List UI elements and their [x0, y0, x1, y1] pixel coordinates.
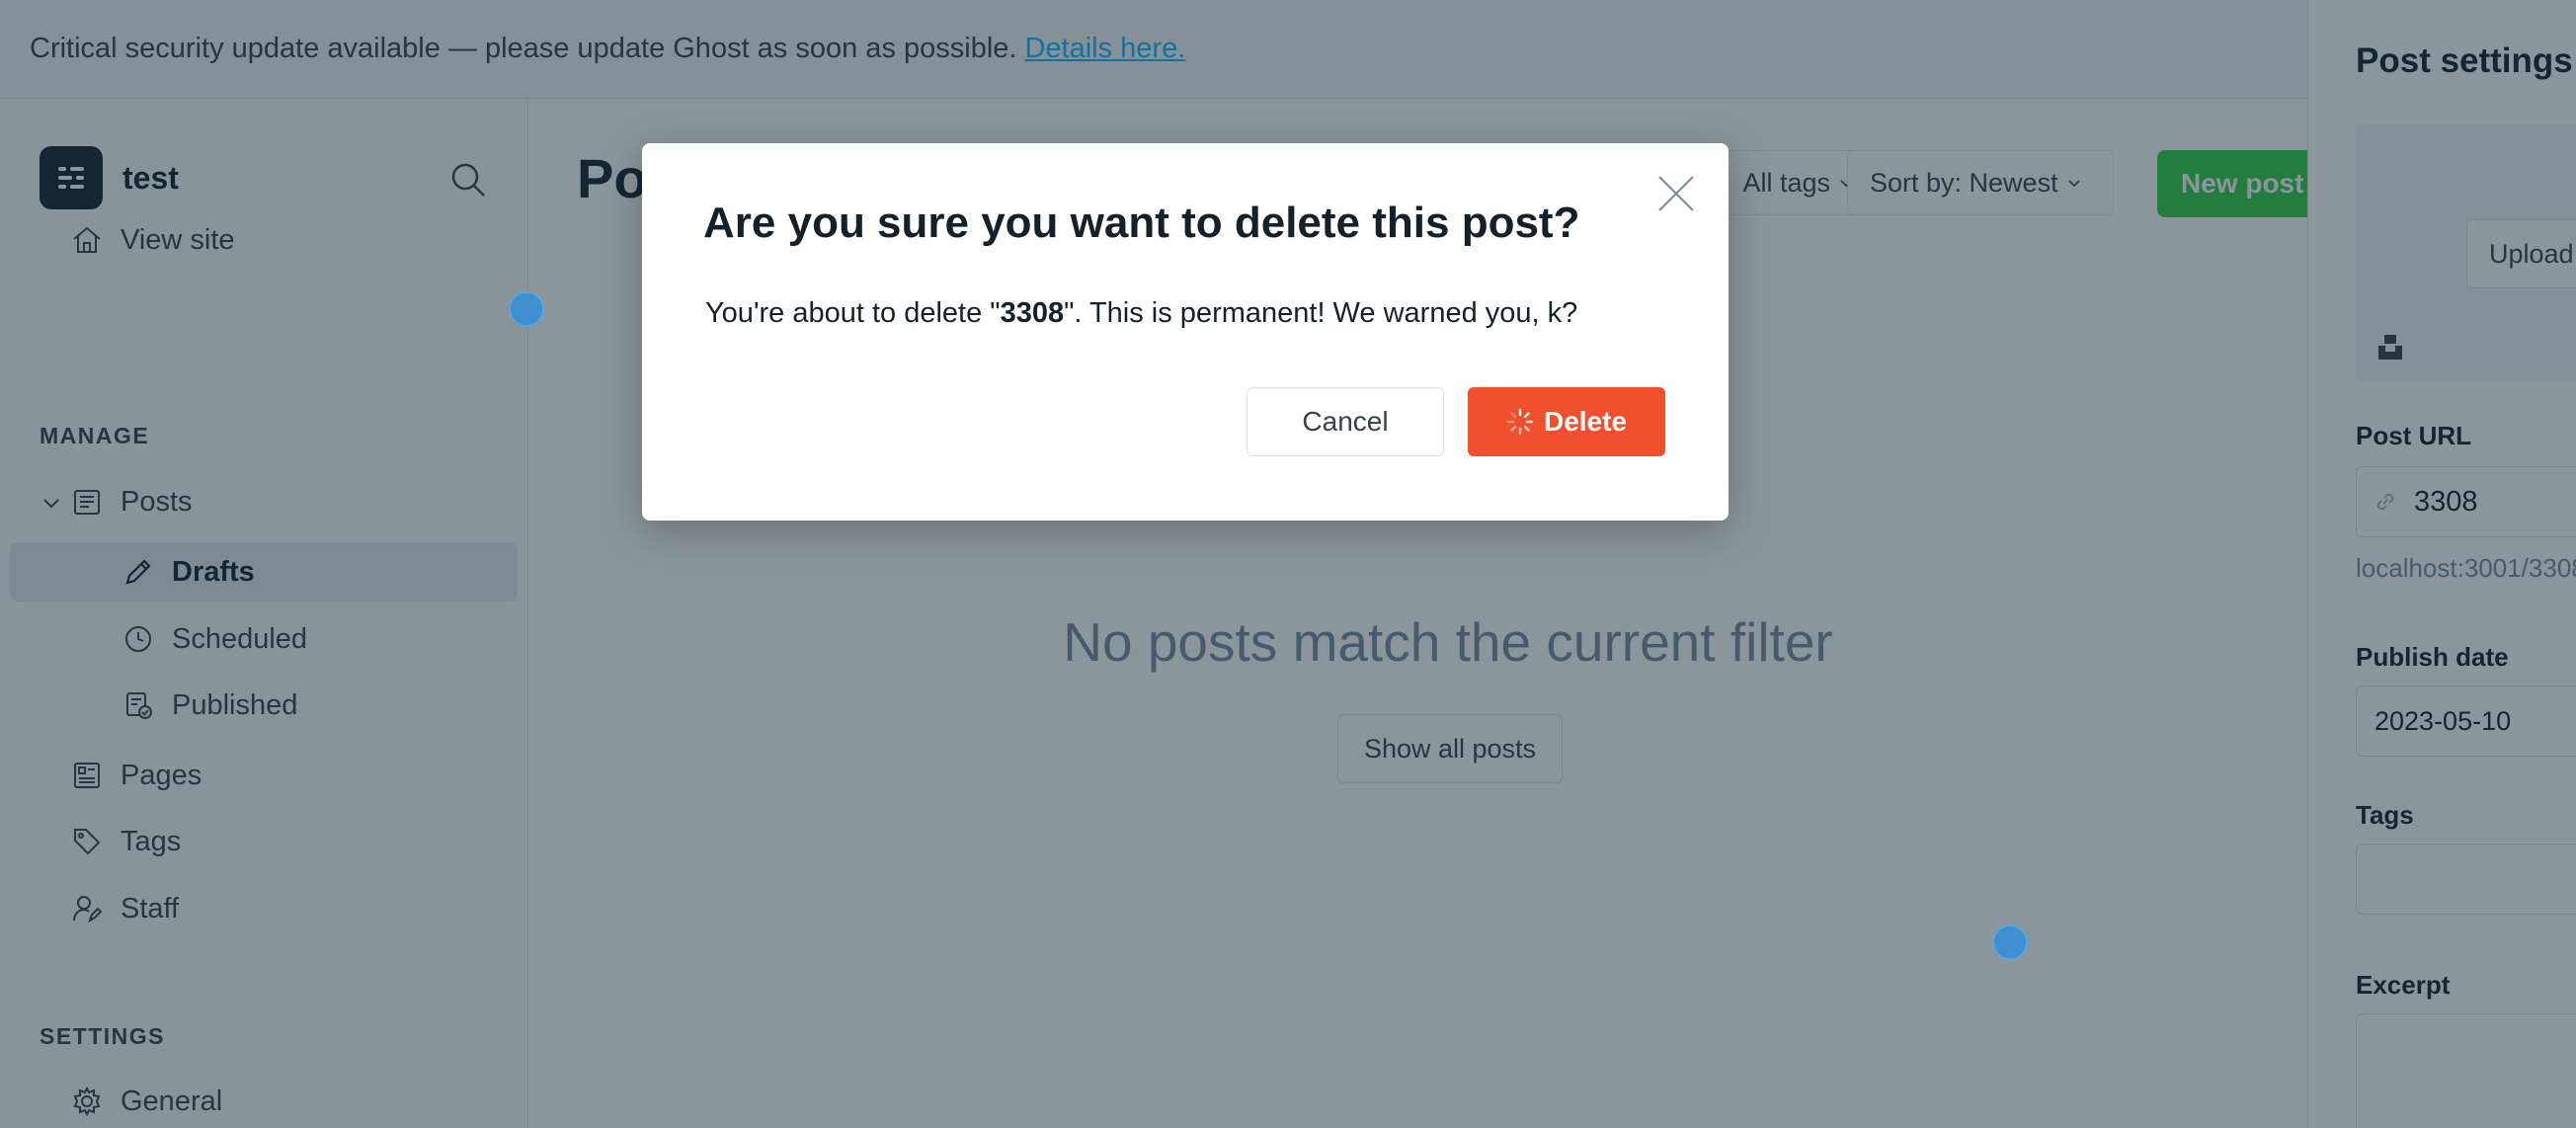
modal-body-suffix: ". This is permanent! We warned you, k? [1064, 297, 1578, 329]
cancel-button[interactable]: Cancel [1247, 387, 1444, 456]
touch-marker [1992, 925, 2028, 960]
modal-body-prefix: You're about to delete " [705, 297, 1001, 329]
touch-marker [509, 291, 544, 327]
delete-button-label: Delete [1543, 406, 1628, 437]
delete-button[interactable]: Delete [1468, 387, 1665, 456]
close-icon[interactable] [1655, 173, 1697, 214]
modal-body: You're about to delete "3308". This is p… [705, 297, 1577, 330]
modal-post-name: 3308 [1000, 297, 1065, 329]
spinner-icon [1506, 408, 1534, 436]
delete-post-modal: Are you sure you want to delete this pos… [642, 143, 1729, 521]
modal-title: Are you sure you want to delete this pos… [703, 199, 1580, 247]
